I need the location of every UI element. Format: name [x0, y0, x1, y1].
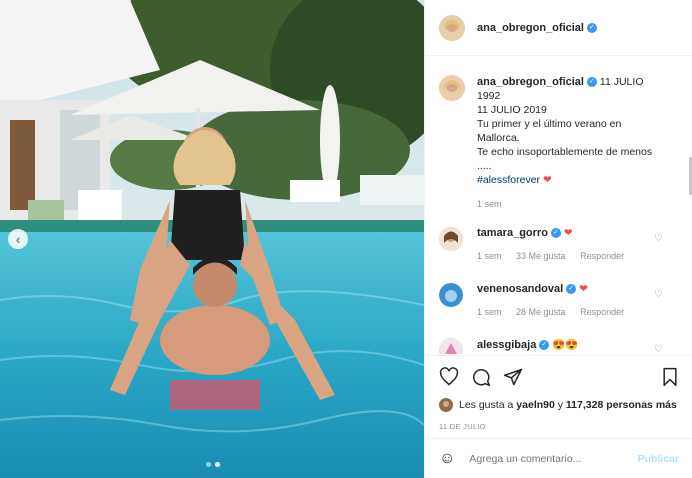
- publish-button[interactable]: Publicar: [638, 453, 679, 465]
- previous-photo-button[interactable]: ‹: [8, 229, 28, 249]
- chevron-left-icon: ‹: [15, 231, 21, 247]
- post-header: ana_obregon_oficial ✓: [425, 0, 692, 56]
- caption-line: Mallorca.: [477, 132, 520, 144]
- verified-badge-icon: ✓: [566, 284, 577, 295]
- likes-prefix: Les gusta a: [459, 399, 514, 411]
- comment-like-heart-icon[interactable]: ♡: [654, 233, 663, 244]
- liker-username[interactable]: yaeln90: [516, 399, 555, 411]
- comment-time[interactable]: 1 sem: [477, 307, 502, 317]
- likes-middle: y: [554, 399, 566, 411]
- author-avatar[interactable]: [439, 14, 465, 41]
- caption-line: Te echo insoportablemente de menos: [477, 146, 653, 158]
- comment-item: tamara_gorro ✓ ❤ 1 sem 33 Me gusta Respon…: [439, 227, 679, 261]
- post-date[interactable]: 11 DE JULIO: [439, 422, 679, 431]
- carousel-dot-active: [215, 462, 220, 467]
- heart-emoji: ❤: [542, 174, 552, 186]
- commenter-avatar[interactable]: [439, 283, 463, 307]
- caption-line: .....: [477, 160, 492, 172]
- save-bookmark-icon[interactable]: [661, 367, 679, 387]
- verified-badge-icon: ✓: [539, 340, 550, 351]
- carousel-dot: [206, 462, 211, 467]
- comment-text: ❤: [579, 283, 588, 295]
- caption-author-avatar[interactable]: [439, 75, 465, 101]
- verified-badge-icon: ✓: [550, 228, 561, 239]
- carousel-indicator: [206, 462, 220, 467]
- emoji-smiley-icon[interactable]: ☺: [439, 450, 455, 468]
- caption-time[interactable]: 1 sem: [477, 199, 502, 209]
- verified-badge-icon: ✓: [586, 22, 597, 33]
- like-heart-icon[interactable]: [439, 367, 459, 387]
- comment-like-heart-icon[interactable]: ♡: [654, 289, 663, 300]
- post-actions: Les gusta a yaeln90 y 117,328 personas m…: [425, 355, 692, 431]
- comment-text: ❤: [563, 227, 573, 239]
- comment-bubble-icon[interactable]: [471, 367, 491, 387]
- comment-item: venenosandoval ✓ ❤ 1 sem 28 Me gusta Resp…: [439, 283, 679, 317]
- likes-summary: Les gusta a yaeln90 y 117,328 personas m…: [439, 398, 679, 412]
- caption-username[interactable]: ana_obregon_oficial: [477, 76, 584, 88]
- post-side-panel: ana_obregon_oficial ✓ ana_obregon_oficia…: [424, 0, 692, 478]
- comment-time[interactable]: 1 sem: [477, 251, 502, 261]
- reply-button[interactable]: Responder: [580, 307, 624, 317]
- author-username[interactable]: ana_obregon_oficial: [477, 22, 584, 34]
- caption-hashtag[interactable]: #alessforever: [477, 174, 540, 186]
- reply-button[interactable]: Responder: [580, 251, 624, 261]
- share-paper-plane-icon[interactable]: [503, 367, 523, 387]
- pool-photo: [0, 0, 424, 478]
- commenter-avatar[interactable]: [439, 338, 463, 354]
- liker-avatar[interactable]: [439, 398, 453, 412]
- comment-item: alessgibaja ✓ 😍😍 ♡: [439, 338, 679, 354]
- action-icons: [439, 366, 679, 388]
- comment-username[interactable]: alessgibaja: [477, 339, 536, 351]
- instagram-post-modal: ‹ ana_obregon_oficial ✓ ana_obregon_ofic…: [0, 0, 692, 478]
- comment-like-heart-icon[interactable]: ♡: [654, 344, 663, 354]
- comment-body: alessgibaja ✓ 😍😍: [477, 338, 679, 354]
- comment-body: venenosandoval ✓ ❤ 1 sem 28 Me gusta Resp…: [477, 283, 679, 317]
- caption-line: 11 JULIO 2019: [477, 104, 547, 116]
- verified-badge-icon: ✓: [586, 77, 597, 88]
- comment-likes[interactable]: 28 Me gusta: [516, 307, 566, 317]
- caption-body: ana_obregon_oficial ✓ 11 JULIO 1992 11 JU…: [477, 75, 652, 211]
- comment-username[interactable]: tamara_gorro: [477, 227, 548, 239]
- post-photo[interactable]: ‹: [0, 0, 424, 478]
- comment-username[interactable]: venenosandoval: [477, 283, 563, 295]
- comment-likes[interactable]: 33 Me gusta: [516, 251, 566, 261]
- caption-line: Tu primer y el último verano en: [477, 118, 622, 130]
- caption-text-first: 11 JULIO: [599, 76, 644, 88]
- likes-count[interactable]: 117,328 personas más: [566, 399, 677, 411]
- caption-line: 1992: [477, 90, 501, 102]
- comment-body: tamara_gorro ✓ ❤ 1 sem 33 Me gusta Respon…: [477, 227, 679, 261]
- comment-input[interactable]: [469, 452, 630, 465]
- post-caption: ana_obregon_oficial ✓ 11 JULIO 1992 11 JU…: [439, 75, 679, 211]
- add-comment-bar: ☺ Publicar: [425, 438, 692, 478]
- commenter-avatar[interactable]: [439, 227, 463, 251]
- comments-list: ana_obregon_oficial ✓ 11 JULIO 1992 11 JU…: [425, 57, 692, 354]
- comment-text: 😍😍: [552, 339, 579, 351]
